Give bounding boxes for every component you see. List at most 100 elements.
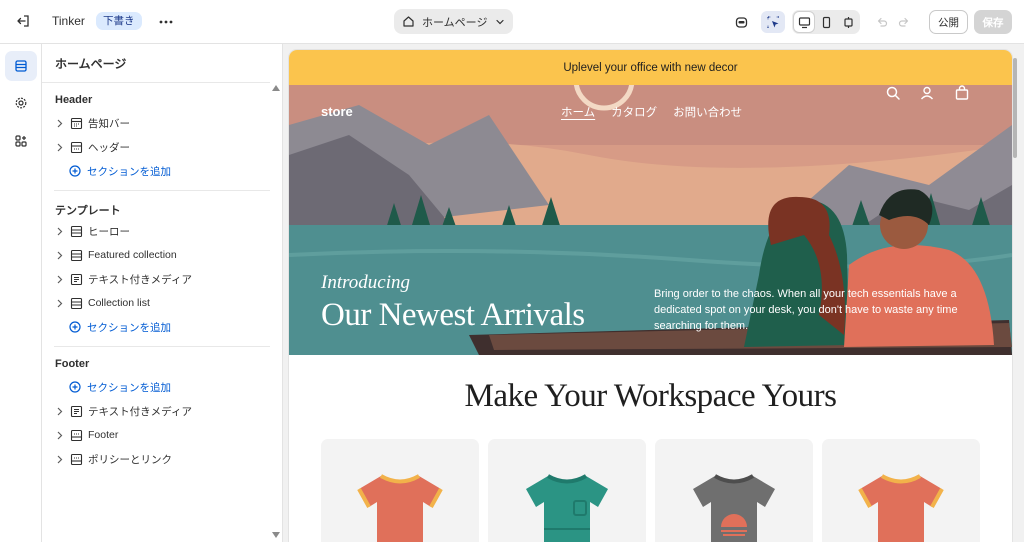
mobile-view-button[interactable]: [816, 12, 836, 32]
footer-layout-icon: [69, 428, 83, 442]
sidebar-item-footer[interactable]: Footer: [54, 425, 118, 445]
nav-link-contact[interactable]: お問い合わせ: [673, 104, 742, 120]
add-section-label: セクションを追加: [87, 381, 171, 394]
preview-scrollbar-thumb[interactable]: [1013, 58, 1017, 158]
sidebar-item-label: テキスト付きメディア: [88, 405, 192, 418]
robot-icon: [735, 16, 747, 28]
chevron-right-icon: [54, 299, 64, 308]
redo-button[interactable]: [894, 12, 914, 32]
chevron-right-icon: [54, 143, 64, 152]
sections-tab-button[interactable]: [5, 51, 37, 81]
exit-button[interactable]: [12, 10, 34, 32]
chevron-right-icon: [54, 275, 64, 284]
sidebar-item-label: Collection list: [88, 297, 150, 309]
main-nav: ホーム カタログ お問い合わせ: [561, 104, 742, 120]
section-icon: [69, 296, 83, 310]
home-icon: [403, 16, 414, 27]
sidebar-item-label: ヒーロー: [88, 225, 130, 238]
publish-button[interactable]: 公開: [929, 10, 968, 34]
plus-circle-icon: [69, 165, 81, 177]
add-section-label: セクションを追加: [87, 321, 171, 334]
apps-icon: [15, 135, 27, 147]
more-actions-button[interactable]: [154, 11, 178, 33]
storefront-preview[interactable]: Uplevel your office with new decor store…: [289, 50, 1012, 542]
exit-icon: [17, 15, 29, 27]
product-card[interactable]: [655, 439, 813, 542]
add-section-button[interactable]: セクションを追加: [69, 317, 171, 337]
sidebar-item-policies-and-links[interactable]: ポリシーとリンク: [54, 449, 172, 469]
plus-circle-icon: [69, 321, 81, 333]
inspector-toggle-button[interactable]: [761, 11, 785, 33]
plus-circle-icon: [69, 381, 81, 393]
tshirt-icon: [357, 474, 443, 542]
sidebar-item-hero[interactable]: ヒーロー: [54, 221, 130, 241]
featured-collection-title: Make Your Workspace Yours: [464, 378, 838, 414]
chevron-right-icon: [54, 119, 64, 128]
expand-icon: [843, 16, 853, 28]
sections-sidebar: ホームページ Header 告知バー ヘッダー セクションを追加 テンプレート …: [42, 44, 283, 542]
search-icon[interactable]: [885, 85, 901, 101]
desktop-icon: [798, 16, 810, 28]
sections-icon: [15, 60, 27, 72]
section-icon: [69, 224, 83, 238]
nav-link-home[interactable]: ホーム: [561, 104, 595, 120]
divider: [42, 82, 270, 83]
sidebar-item-label: Footer: [88, 429, 119, 441]
nav-link-catalog[interactable]: カタログ: [611, 104, 657, 120]
sidebar-item-media-with-text[interactable]: テキスト付きメディア: [54, 269, 192, 289]
desktop-view-button[interactable]: [794, 12, 814, 32]
section-icon: [69, 248, 83, 262]
undo-icon: [877, 17, 888, 27]
chevron-right-icon: [54, 455, 64, 464]
apps-tab-button[interactable]: [5, 126, 37, 156]
ai-assistant-button[interactable]: [729, 11, 753, 33]
theme-settings-tab-button[interactable]: [5, 88, 37, 118]
history-controls: [870, 10, 916, 34]
sidebar-item-header[interactable]: ヘッダー: [54, 137, 130, 157]
store-header: store ホーム カタログ お問い合わせ: [289, 85, 1012, 137]
add-section-button[interactable]: セクションを追加: [69, 161, 171, 181]
gear-icon: [15, 97, 27, 109]
chevron-down-icon: [496, 19, 504, 24]
hero-description: Bring order to the chaos. When all your …: [654, 288, 958, 332]
text-media-icon: [69, 272, 83, 286]
scroll-up-icon[interactable]: [272, 84, 280, 92]
more-horizontal-icon: [159, 20, 173, 24]
announcement-icon: [69, 116, 83, 130]
save-button[interactable]: 保存: [974, 10, 1012, 34]
undo-button[interactable]: [872, 12, 892, 32]
header-layout-icon: [69, 140, 83, 154]
cart-icon[interactable]: [954, 85, 970, 101]
cursor-select-icon: [766, 15, 779, 28]
product-card[interactable]: [321, 439, 479, 542]
sidebar-item-footer-media-with-text[interactable]: テキスト付きメディア: [54, 401, 192, 421]
tshirt-icon: [858, 474, 944, 542]
hero-section[interactable]: store ホーム カタログ お問い合わせ Introducing Our Ne…: [289, 85, 1012, 355]
divider: [54, 190, 270, 191]
add-section-label: セクションを追加: [87, 165, 171, 178]
store-name: Tinker: [52, 14, 85, 28]
mobile-icon: [822, 16, 830, 28]
sidebar-item-collection-list[interactable]: Collection list: [54, 293, 150, 313]
draft-status-badge: 下書き: [96, 12, 142, 30]
product-card[interactable]: [488, 439, 646, 542]
account-icon[interactable]: [919, 85, 935, 101]
announcement-bar[interactable]: Uplevel your office with new decor: [289, 50, 1012, 85]
hero-kicker: Introducing: [321, 272, 411, 293]
store-logo[interactable]: store: [321, 104, 353, 119]
sidebar-item-featured-collection[interactable]: Featured collection: [54, 245, 177, 265]
chevron-right-icon: [54, 251, 64, 260]
tshirt-icon: [693, 474, 775, 542]
hero-title: Our Newest Arrivals: [321, 297, 585, 333]
page-selector[interactable]: ホームページ: [394, 9, 513, 34]
chevron-right-icon: [54, 431, 64, 440]
fullwidth-view-button[interactable]: [838, 12, 858, 32]
scroll-down-icon[interactable]: [272, 531, 280, 539]
product-card[interactable]: [822, 439, 980, 542]
chevron-right-icon: [54, 407, 64, 416]
editor-topbar: Tinker 下書き ホームページ 公開 保存: [0, 0, 1024, 44]
sidebar-item-announcement-bar[interactable]: 告知バー: [54, 113, 130, 133]
group-header-label: Header: [55, 94, 93, 106]
chevron-right-icon: [54, 227, 64, 236]
add-section-button[interactable]: セクションを追加: [69, 377, 171, 397]
